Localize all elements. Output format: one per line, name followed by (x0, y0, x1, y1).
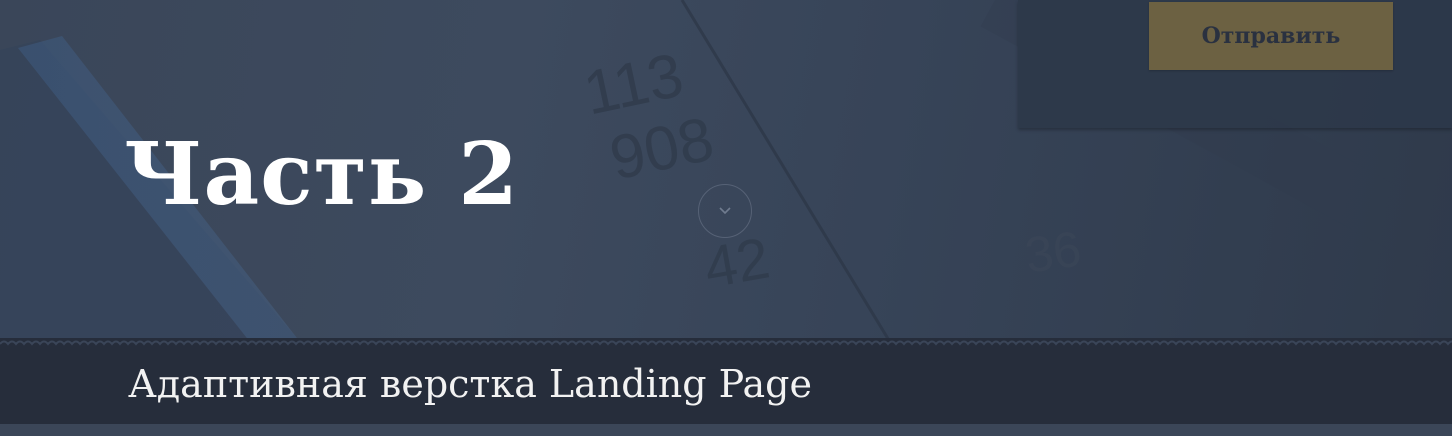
hero-section: 113 908 36 42 Часть 2 Отправить (0, 0, 1452, 342)
submit-button[interactable]: Отправить (1149, 2, 1393, 70)
contact-form-panel: Отправить (1018, 0, 1452, 128)
chevron-down-icon (719, 207, 731, 215)
scroll-down-button[interactable] (698, 184, 752, 238)
bg-number: 42 (699, 225, 774, 300)
caption-title: Адаптивная верстка Landing Page (128, 362, 812, 406)
page-title: Часть 2 (124, 124, 520, 225)
bg-number: 36 (1022, 220, 1085, 283)
bottom-strip (0, 424, 1452, 436)
caption-band: Адаптивная верстка Landing Page (0, 352, 1452, 424)
